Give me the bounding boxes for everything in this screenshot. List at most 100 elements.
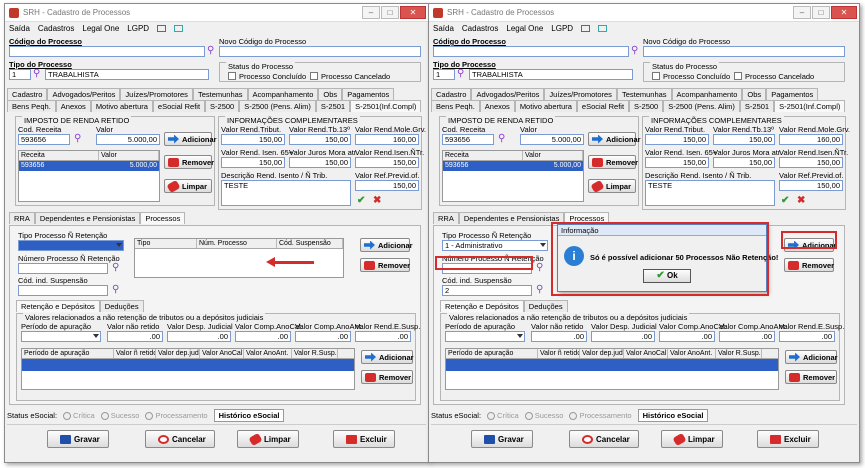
cod-receita-input[interactable]: 593656: [442, 134, 494, 145]
gravar-button[interactable]: Gravar: [471, 430, 533, 448]
close-button[interactable]: ✕: [831, 6, 857, 19]
tab-testemunhas[interactable]: Testemunhas: [616, 88, 672, 100]
excluir-button[interactable]: Excluir: [757, 430, 819, 448]
cancelar-button[interactable]: Cancelar: [569, 430, 639, 448]
search-icon[interactable]: ⚲: [536, 285, 546, 295]
tab-s2501[interactable]: S-2501: [739, 100, 775, 112]
close-button[interactable]: ✕: [400, 6, 426, 19]
imposto-grid[interactable]: Receita Valor 593656 5.000,00: [18, 150, 160, 202]
tab-rra[interactable]: RRA: [9, 212, 35, 224]
search-icon[interactable]: ⚲: [74, 134, 84, 144]
tab-retencao[interactable]: Retenção e Depósitos: [440, 300, 524, 312]
processos-add-button[interactable]: Adicionar: [360, 238, 413, 252]
historico-esocial-button[interactable]: Histórico eSocial: [213, 409, 285, 422]
novo-codigo-input[interactable]: [643, 46, 845, 57]
imposto-remove-button[interactable]: Remover: [164, 155, 214, 169]
ref-previd-input[interactable]: 150,00: [355, 180, 419, 191]
ref-previd-input[interactable]: 150,00: [779, 180, 843, 191]
comp-anocal-input[interactable]: .00: [659, 331, 715, 342]
tab-acompanhamento[interactable]: Acompanhamento: [671, 88, 743, 100]
nao-retido-input[interactable]: .00: [107, 331, 163, 342]
menu-legal-one[interactable]: Legal One: [82, 24, 119, 33]
tab-anexos[interactable]: Anexos: [55, 100, 91, 112]
historico-esocial-button[interactable]: Histórico eSocial: [637, 409, 709, 422]
tab-motivo[interactable]: Motivo abertura: [514, 100, 577, 112]
excluir-button[interactable]: Excluir: [333, 430, 395, 448]
tipo-processo-code-input[interactable]: 1: [433, 69, 455, 80]
tab-processos[interactable]: Processos: [140, 212, 186, 224]
rend-tribut-input[interactable]: 150,00: [645, 134, 709, 145]
tab-s2500-pens[interactable]: S-2500 (Pens. Alim): [239, 100, 316, 112]
tab-bens[interactable]: Bens Peqh.: [7, 100, 56, 112]
tipo-nret-select[interactable]: 1 - Administrativo: [442, 240, 548, 251]
rend-isen65-input[interactable]: 150,00: [645, 157, 709, 168]
tab-esocial-refit[interactable]: eSocial Refit: [576, 100, 630, 112]
descricao-textarea[interactable]: TESTE: [221, 180, 351, 206]
cancel-x-icon[interactable]: ✖: [373, 195, 381, 206]
imposto-clear-button[interactable]: Limpar: [588, 179, 636, 193]
concluido-checkbox[interactable]: [228, 72, 236, 80]
cod-receita-input[interactable]: 593656: [18, 134, 70, 145]
imposto-add-button[interactable]: Adicionar: [164, 132, 217, 146]
tab-pagamentos[interactable]: Pagamentos: [342, 88, 395, 100]
processos-remove-button[interactable]: Remover: [360, 258, 410, 272]
tab-s2500[interactable]: S-2500: [205, 100, 240, 112]
window-icon[interactable]: [598, 25, 608, 32]
tab-deducoes[interactable]: Deduções: [99, 300, 144, 312]
search-icon[interactable]: ⚲: [207, 46, 217, 56]
tab-s2501[interactable]: S-2501: [315, 100, 351, 112]
tab-s2500-pens[interactable]: S-2500 (Pens. Alim): [663, 100, 740, 112]
monitor-icon[interactable]: [581, 25, 591, 32]
valores-grid[interactable]: Período de apuração Valor ñ retido Valor…: [21, 348, 355, 390]
tab-s2500[interactable]: S-2500: [629, 100, 664, 112]
window-icon[interactable]: [174, 25, 184, 32]
imposto-grid[interactable]: Receita Valor 593656 5.000,00: [442, 150, 584, 202]
imposto-clear-button[interactable]: Limpar: [164, 179, 212, 193]
table-row[interactable]: 593656 5.000,00: [443, 161, 583, 171]
codigo-processo-input[interactable]: [433, 46, 629, 57]
tab-dependentes[interactable]: Dependentes e Pensionistas: [458, 212, 565, 224]
codigo-processo-input[interactable]: [9, 46, 205, 57]
comp-anoant-input[interactable]: .00: [295, 331, 351, 342]
rend-mole-input[interactable]: 160,00: [779, 134, 843, 145]
cancelar-button[interactable]: Cancelar: [145, 430, 215, 448]
juros-mora-input[interactable]: 150,00: [289, 157, 351, 168]
imposto-remove-button[interactable]: Remover: [588, 155, 638, 169]
valores-add-button[interactable]: Adicionar: [785, 350, 838, 364]
cancelado-checkbox[interactable]: [310, 72, 318, 80]
tab-advogados[interactable]: Advogados/Peritos: [47, 88, 121, 100]
search-icon[interactable]: ⚲: [33, 69, 43, 79]
gravar-button[interactable]: Gravar: [47, 430, 109, 448]
minimize-button[interactable]: –: [793, 6, 811, 19]
tab-acompanhamento[interactable]: Acompanhamento: [247, 88, 319, 100]
periodo-select[interactable]: [445, 331, 525, 342]
limpar-button[interactable]: Limpar: [661, 430, 723, 448]
tab-dependentes[interactable]: Dependentes e Pensionistas: [34, 212, 141, 224]
tab-obs[interactable]: Obs: [318, 88, 343, 100]
menu-legal-one[interactable]: Legal One: [506, 24, 543, 33]
tab-motivo[interactable]: Motivo abertura: [90, 100, 153, 112]
confirm-check-icon[interactable]: ✔: [357, 195, 365, 206]
menu-cadastros[interactable]: Cadastros: [38, 24, 74, 33]
tab-s2501-inf[interactable]: S-2501(Inf.Compl): [774, 100, 846, 112]
comp-anocal-input[interactable]: .00: [235, 331, 291, 342]
tab-pagamentos[interactable]: Pagamentos: [766, 88, 819, 100]
search-icon[interactable]: ⚲: [112, 263, 122, 273]
rend-susp-input[interactable]: .00: [779, 331, 835, 342]
tab-juizes[interactable]: Juízes/Promotores: [120, 88, 193, 100]
valores-remove-button[interactable]: Remover: [361, 370, 413, 384]
tipo-processo-code-input[interactable]: 1: [9, 69, 31, 80]
maximize-button[interactable]: □: [381, 6, 399, 19]
limpar-button[interactable]: Limpar: [237, 430, 299, 448]
confirm-check-icon[interactable]: ✔: [781, 195, 789, 206]
search-icon[interactable]: ⚲: [498, 134, 508, 144]
search-icon[interactable]: ⚲: [631, 46, 641, 56]
comp-anoant-input[interactable]: .00: [719, 331, 775, 342]
rend-susp-input[interactable]: .00: [355, 331, 411, 342]
monitor-icon[interactable]: [157, 25, 167, 32]
valores-add-button[interactable]: Adicionar: [361, 350, 414, 364]
search-icon[interactable]: ⚲: [536, 263, 546, 273]
rend-isen65-input[interactable]: 150,00: [221, 157, 285, 168]
table-row[interactable]: 593656 5.000,00: [19, 161, 159, 171]
numero-nret-input[interactable]: [18, 263, 108, 274]
